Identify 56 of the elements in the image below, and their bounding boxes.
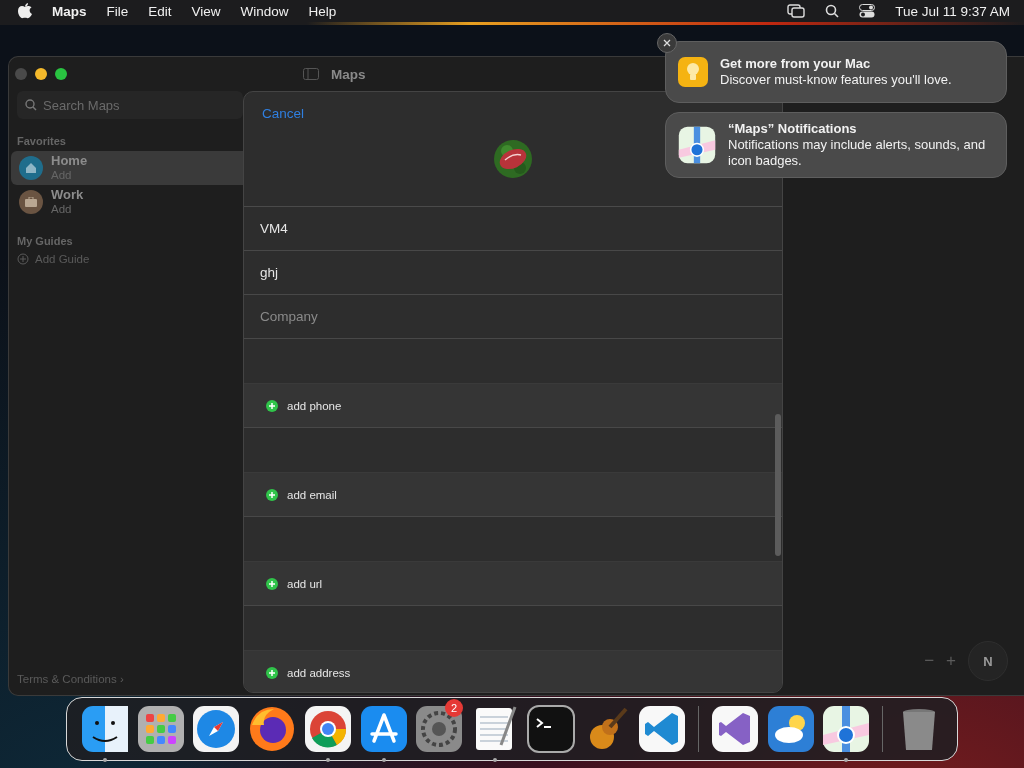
notification-title: “Maps” Notifications (728, 121, 858, 137)
code-ribbon-icon[interactable] (638, 705, 687, 753)
ribbon-icon[interactable] (710, 705, 759, 753)
add-field-button[interactable]: add phone (244, 384, 782, 428)
notification-title: Get more from your Mac (720, 56, 872, 72)
cloud-sun-icon[interactable] (766, 705, 815, 753)
scrollbar[interactable] (775, 414, 781, 556)
compass-icon[interactable] (192, 705, 241, 753)
section-title: Favorites (17, 135, 67, 147)
minimize-window-button[interactable] (35, 68, 47, 80)
text-field[interactable]: VM4 (244, 207, 782, 251)
notification-card[interactable]: Get more from your Mac Discover must-know features you'll love. (665, 41, 1007, 103)
plus-icon (266, 666, 278, 679)
app-grid-icon[interactable] (136, 705, 185, 753)
section-title: My Guides (17, 235, 74, 247)
menu-item[interactable]: Edit (148, 3, 172, 19)
add-field-button[interactable]: add url (244, 562, 782, 606)
terminal-icon[interactable] (526, 705, 575, 753)
menu-item[interactable]: View (191, 3, 221, 19)
notification-body: Notifications may include alerts, sounds, and icon badges. (728, 137, 987, 169)
lightbulb-icon (678, 57, 708, 87)
search-icon[interactable] (825, 4, 840, 18)
fox-globe-icon[interactable] (248, 705, 297, 753)
text-field[interactable]: Company (244, 295, 782, 339)
finder-face-icon[interactable] (80, 705, 129, 753)
plus-circle-icon (17, 253, 29, 265)
menu-item[interactable]: Window (240, 3, 289, 19)
menu-item[interactable]: Help (308, 3, 337, 19)
menu-bar-clock[interactable]: Tue Jul 11 9:37 AM (895, 3, 1010, 19)
close-icon (663, 39, 671, 47)
sidebar-item[interactable]: Work Add (11, 185, 243, 219)
windows-icon[interactable] (787, 4, 806, 18)
zoom-window-button[interactable] (55, 68, 67, 80)
menu-item[interactable]: Maps (52, 3, 87, 19)
plus-icon (266, 577, 278, 590)
add-field-button[interactable]: add email (244, 473, 782, 517)
plus-icon (266, 488, 278, 501)
text-field[interactable]: ghj (244, 251, 782, 295)
close-button[interactable] (657, 33, 677, 53)
compass-button[interactable]: N (968, 641, 1008, 681)
notification-badge: 2 (445, 699, 464, 717)
menu-item[interactable]: File (106, 3, 129, 19)
add-field-button[interactable]: add address (244, 651, 782, 692)
gear-icon[interactable] (415, 705, 464, 753)
letter-a-icon[interactable] (359, 705, 408, 753)
map-pin-icon[interactable] (822, 705, 871, 753)
apple-logo-icon[interactable] (18, 3, 32, 19)
notification-card[interactable]: “Maps” Notifications Notifications may include alerts, sounds, and icon badges. (665, 112, 1007, 178)
control-center-icon[interactable] (859, 4, 876, 18)
plus-icon (266, 399, 278, 412)
window-title: Maps (331, 66, 366, 82)
map-pin-icon (678, 126, 716, 164)
house-icon (19, 156, 43, 180)
briefcase-icon (19, 190, 43, 214)
notification-body: Discover must-know features you'll love. (720, 72, 952, 88)
search-icon (25, 99, 37, 111)
